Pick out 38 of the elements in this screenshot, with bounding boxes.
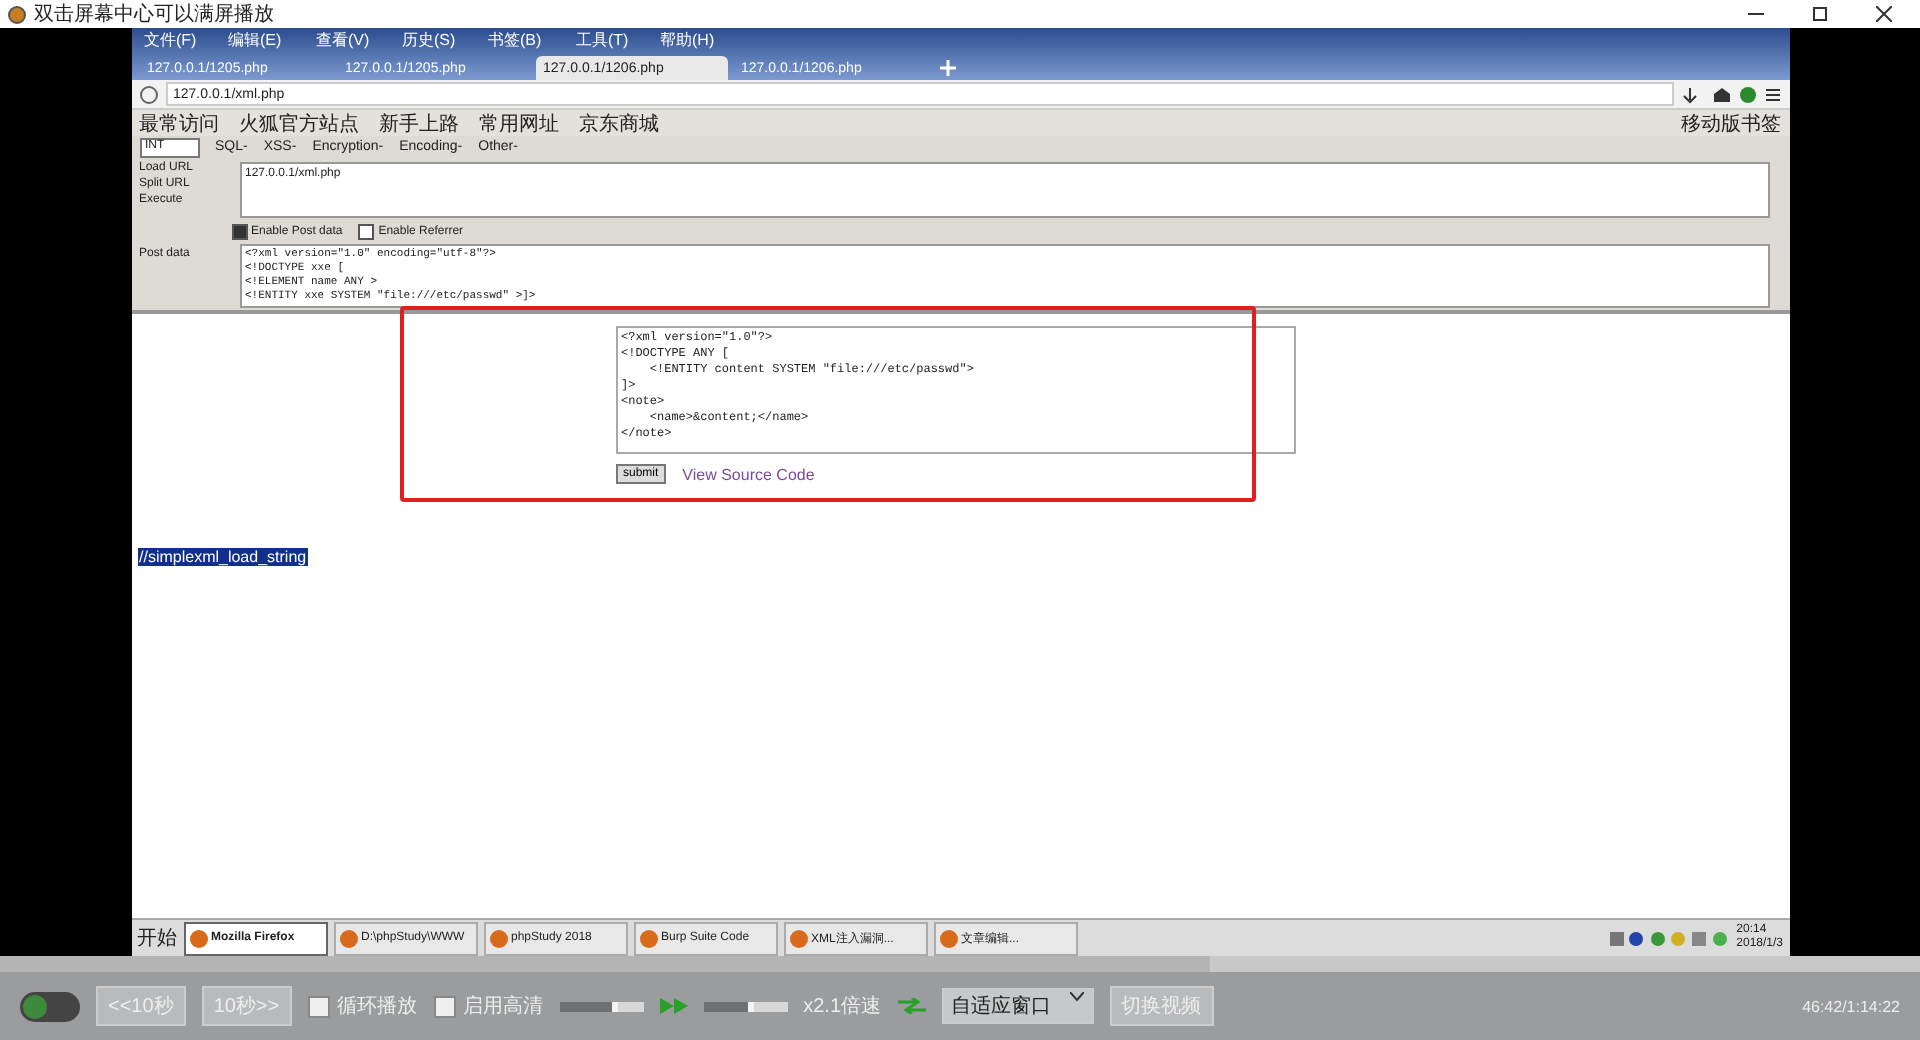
play-toggle-icon[interactable] xyxy=(20,991,80,1021)
checkbox-label: 启用高清 xyxy=(463,993,544,1020)
menu-item[interactable]: 工具(T) xyxy=(575,28,628,52)
window-title: 双击屏幕中心可以满屏播放 xyxy=(34,1,276,28)
new-tab-icon[interactable] xyxy=(939,60,955,76)
shuffle-arrows-icon xyxy=(897,998,926,1014)
bookmark-link[interactable]: 移动版书签 xyxy=(1681,109,1781,137)
close-icon[interactable] xyxy=(1876,6,1892,22)
bookmark-link[interactable]: 新手上路 xyxy=(379,109,459,137)
selected-text: //simplexml_load_string xyxy=(137,548,309,566)
maximize-icon[interactable] xyxy=(1812,6,1828,22)
playback-time: 46:42/1:14:22 xyxy=(1802,997,1900,1015)
checkbox-label: 循环播放 xyxy=(337,993,418,1020)
checkbox[interactable] xyxy=(231,224,247,240)
speed-label: x2.1倍速 xyxy=(803,993,882,1020)
start-button[interactable]: 开始 xyxy=(137,924,177,952)
bookmark-link[interactable]: 最常访问 xyxy=(139,109,219,137)
bookmark-link[interactable]: 火狐官方站点 xyxy=(239,109,359,137)
checkbox[interactable] xyxy=(358,224,375,240)
app-logo-icon xyxy=(8,5,26,23)
tray-icons-drawing[interactable] xyxy=(1610,929,1731,947)
fit-dropdown[interactable]: 自适应窗口 xyxy=(941,988,1094,1024)
checkbox[interactable] xyxy=(307,995,330,1017)
fast-forward-icon xyxy=(659,998,688,1014)
menu-item[interactable]: 文件(F) xyxy=(143,28,196,52)
view-source-link[interactable]: View Source Code xyxy=(682,465,815,483)
menu-item[interactable]: 帮助(H) xyxy=(660,28,716,52)
volume-slider[interactable] xyxy=(559,1001,644,1011)
bookmark-link[interactable]: 京东商城 xyxy=(579,109,659,137)
bookmark-link[interactable]: 常用网址 xyxy=(479,109,559,137)
menu-item[interactable]: 书签(B) xyxy=(488,28,542,52)
toolbar-icons-drawing[interactable] xyxy=(1681,85,1781,103)
checkbox[interactable] xyxy=(433,995,456,1017)
menu-item[interactable]: 编辑(E) xyxy=(228,28,282,52)
caret-icon xyxy=(1069,992,1084,1002)
speed-slider[interactable] xyxy=(703,1001,788,1011)
menu-item[interactable]: 查看(V) xyxy=(315,28,369,52)
menu-item[interactable]: 历史(S) xyxy=(401,28,456,52)
